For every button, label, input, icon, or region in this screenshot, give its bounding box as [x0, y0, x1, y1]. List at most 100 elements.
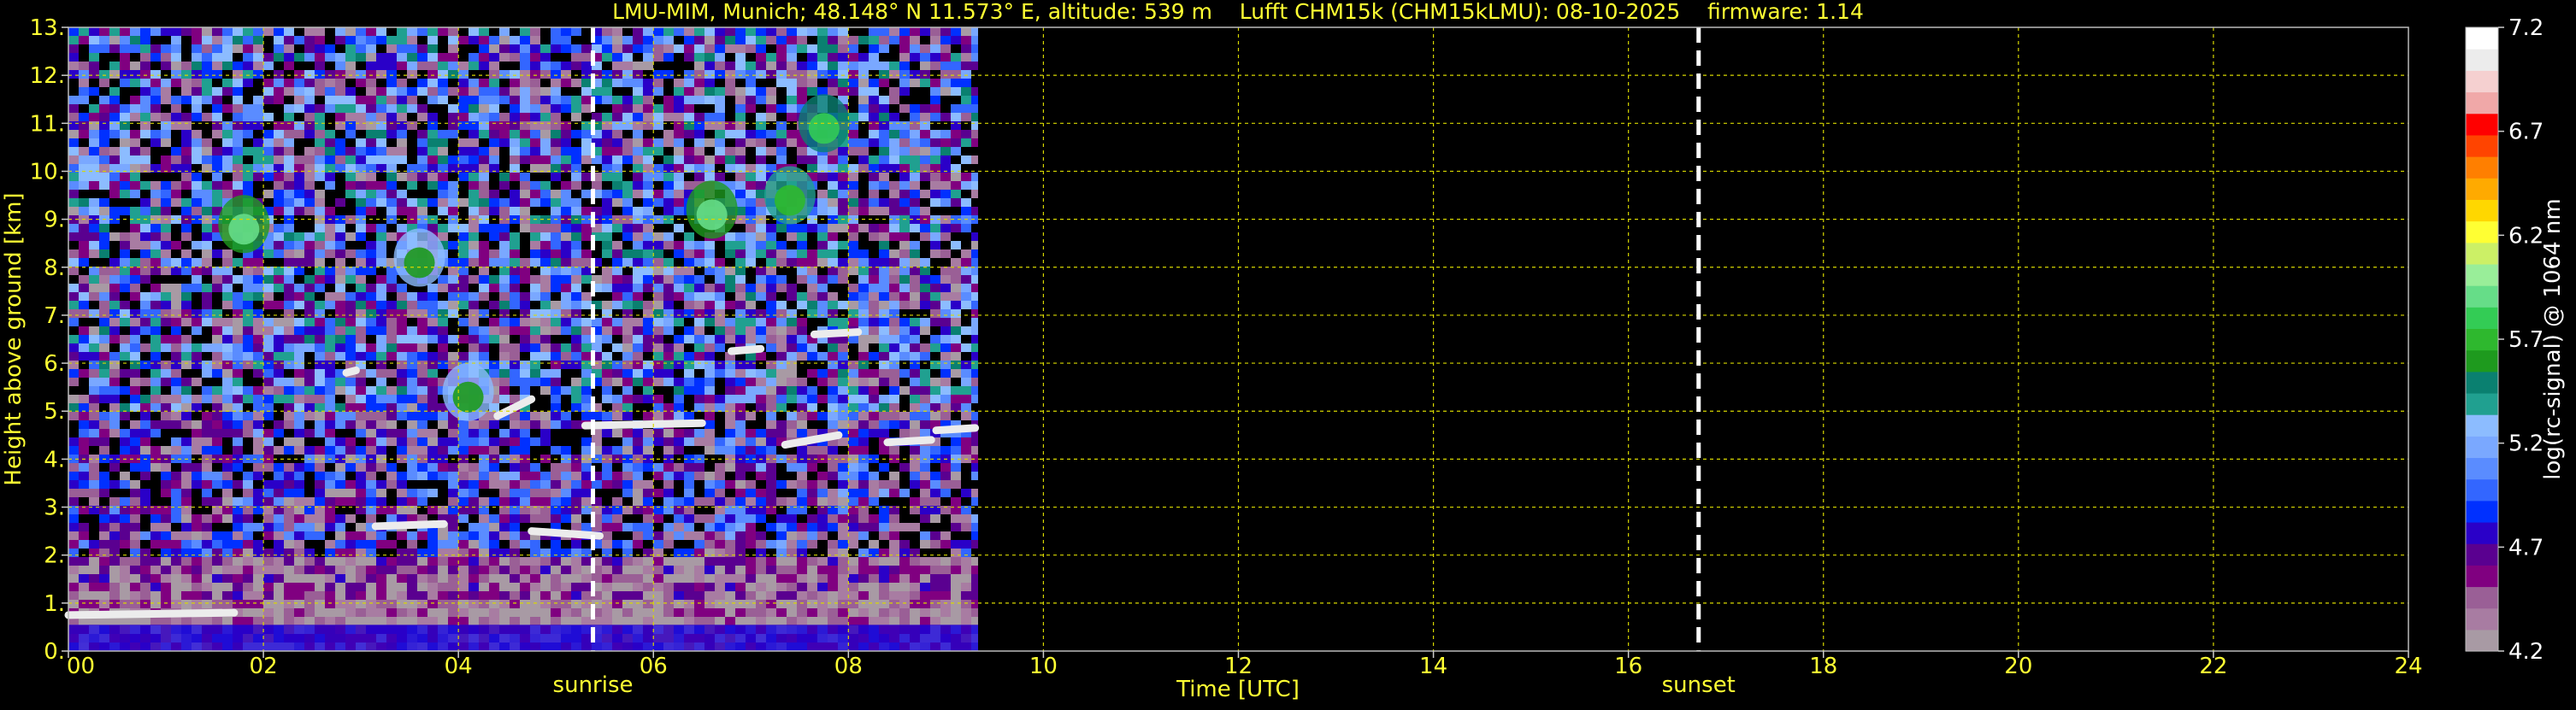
- signal-cell: [663, 275, 674, 284]
- signal-cell: [325, 386, 335, 395]
- signal-cell: [68, 489, 79, 497]
- signal-cell: [150, 540, 161, 549]
- signal-cell: [663, 574, 674, 583]
- signal-cell: [366, 514, 376, 523]
- signal-cell: [479, 566, 489, 574]
- signal-cell: [961, 249, 971, 258]
- signal-cell: [899, 369, 910, 378]
- signal-cell: [397, 87, 407, 96]
- signal-cell: [869, 181, 879, 190]
- signal-cell: [838, 267, 848, 275]
- signal-cell: [838, 540, 848, 549]
- signal-cell: [643, 566, 653, 574]
- signal-cell: [202, 540, 212, 549]
- signal-cell: [787, 412, 797, 420]
- signal-cell: [263, 574, 274, 583]
- signal-cell: [571, 113, 581, 121]
- signal-cell: [530, 87, 540, 96]
- signal-cell: [274, 181, 284, 190]
- signal-cell: [417, 87, 427, 96]
- signal-cell: [704, 53, 715, 62]
- signal-cell: [448, 104, 458, 113]
- signal-cell: [622, 104, 633, 113]
- signal-cell: [787, 335, 797, 343]
- signal-cell: [448, 480, 458, 489]
- signal-cell: [571, 96, 581, 104]
- signal-cell: [99, 343, 109, 352]
- signal-cell: [161, 181, 171, 190]
- signal-cell: [828, 463, 838, 472]
- signal-cell: [192, 113, 202, 121]
- signal-cell: [150, 429, 161, 437]
- signal-cell: [838, 566, 848, 574]
- signal-cell: [202, 147, 212, 155]
- signal-cell: [150, 343, 161, 352]
- signal-cell: [243, 497, 253, 506]
- signal-cell: [838, 147, 848, 155]
- signal-cell: [284, 343, 294, 352]
- signal-cell: [766, 583, 776, 591]
- signal-cell: [469, 301, 479, 309]
- signal-cell: [848, 463, 858, 472]
- signal-cell: [222, 566, 233, 574]
- signal-cell: [345, 190, 356, 198]
- signal-cell: [899, 549, 910, 557]
- signal-cell: [715, 480, 725, 489]
- signal-cell: [335, 70, 345, 79]
- signal-cell: [961, 292, 971, 301]
- signal-cell: [499, 318, 510, 326]
- signal-cell: [130, 386, 140, 395]
- signal-cell: [797, 489, 807, 497]
- signal-cell: [109, 44, 120, 53]
- signal-cell: [653, 44, 663, 53]
- signal-cell: [540, 104, 551, 113]
- signal-cell: [243, 429, 253, 437]
- signal-cell: [68, 62, 79, 70]
- signal-cell: [879, 343, 889, 352]
- signal-cell: [325, 429, 335, 437]
- signal-cell: [356, 267, 366, 275]
- signal-cell: [99, 198, 109, 207]
- signal-cell: [212, 104, 222, 113]
- signal-cell: [879, 224, 889, 232]
- signal-cell: [838, 62, 848, 70]
- signal-cell: [633, 258, 643, 267]
- signal-cell: [889, 275, 899, 284]
- signal-cell: [920, 190, 930, 198]
- signal-cell: [961, 361, 971, 369]
- signal-cell: [89, 489, 99, 497]
- signal-cell: [99, 44, 109, 53]
- signal-cell: [284, 549, 294, 557]
- signal-cell: [581, 591, 592, 600]
- signal-cell: [797, 446, 807, 455]
- signal-cell: [704, 361, 715, 369]
- signal-cell: [684, 181, 694, 190]
- signal-cell: [571, 591, 581, 600]
- signal-cell: [940, 583, 951, 591]
- signal-cell: [335, 326, 345, 335]
- signal-cell: [89, 207, 99, 215]
- signal-cell: [181, 96, 192, 104]
- signal-cell: [602, 36, 612, 44]
- signal-cell: [345, 514, 356, 523]
- signal-cell: [653, 267, 663, 275]
- signal-cell: [79, 591, 89, 600]
- signal-cell: [489, 284, 499, 292]
- signal-cell: [581, 574, 592, 583]
- signal-cell: [940, 489, 951, 497]
- signal-cell: [499, 301, 510, 309]
- signal-cell: [571, 361, 581, 369]
- signal-cell: [551, 309, 561, 318]
- signal-cell: [622, 463, 633, 472]
- signal-cell: [725, 87, 735, 96]
- signal-cell: [263, 155, 274, 164]
- signal-cell: [828, 523, 838, 531]
- signal-cell: [499, 557, 510, 566]
- signal-cell: [233, 574, 243, 583]
- signal-cell: [756, 113, 766, 121]
- signal-cell: [150, 104, 161, 113]
- signal-cell: [561, 79, 571, 87]
- signal-cell: [202, 207, 212, 215]
- signal-cell: [325, 70, 335, 79]
- signal-cell: [633, 224, 643, 232]
